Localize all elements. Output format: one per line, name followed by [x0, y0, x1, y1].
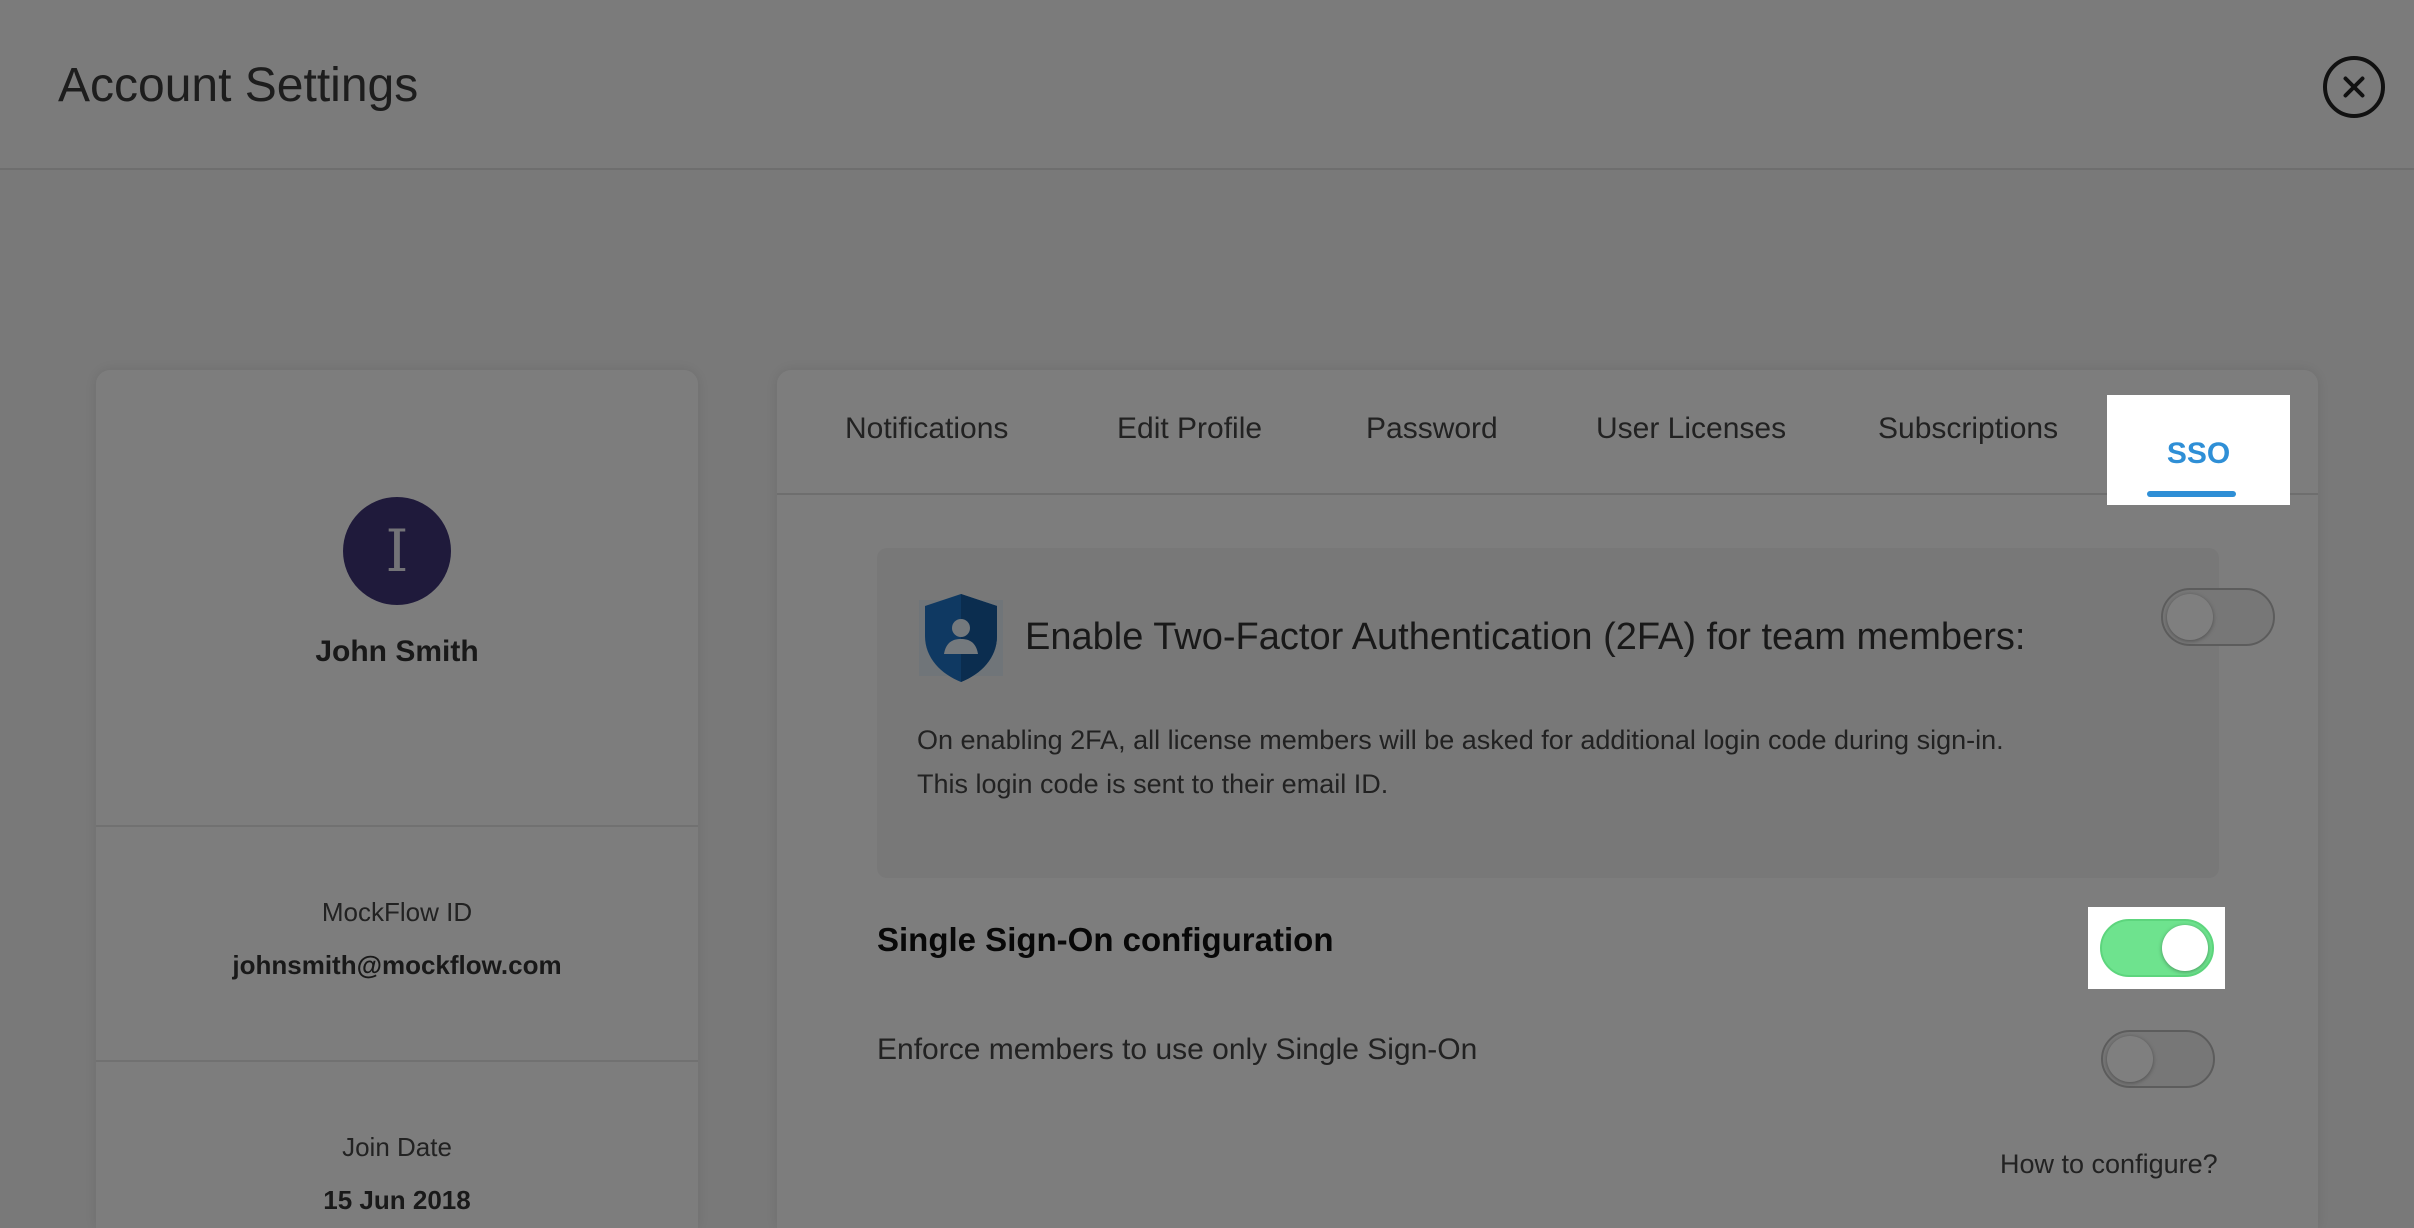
enforce-sso-label: Enforce members to use only Single Sign-…: [877, 1033, 1478, 1066]
enforce-sso-toggle[interactable]: [2101, 1030, 2215, 1088]
sso-enable-toggle[interactable]: [2100, 919, 2214, 977]
tab-notifications[interactable]: Notifications: [845, 412, 1008, 446]
settings-panel: Notifications Edit Profile Password User…: [777, 370, 2318, 1228]
two-factor-toggle[interactable]: [2161, 588, 2275, 646]
two-factor-title: Enable Two-Factor Authentication (2FA) f…: [1025, 616, 2026, 658]
toggle-knob: [2107, 1036, 2153, 1082]
tab-sso-label: SSO: [2166, 437, 2231, 470]
active-tab-indicator: [2147, 491, 2236, 497]
two-factor-description-line: This login code is sent to their email I…: [917, 769, 1389, 799]
profile-card: I John Smith MockFlow ID johnsmith@mockf…: [96, 370, 698, 1228]
tab-edit-profile[interactable]: Edit Profile: [1117, 412, 1262, 446]
profile-name: John Smith: [315, 635, 479, 668]
tab-subscriptions[interactable]: Subscriptions: [1878, 412, 2058, 446]
mockflow-id-value: johnsmith@mockflow.com: [232, 950, 562, 980]
join-date-label: Join Date: [342, 1132, 452, 1162]
sso-toggle-highlight: [2088, 907, 2225, 989]
tab-sso[interactable]: SSO: [2107, 395, 2290, 505]
sso-config-title: Single Sign-On configuration: [877, 921, 1334, 958]
join-date-value: 15 Jun 2018: [323, 1185, 471, 1215]
two-factor-description: On enabling 2FA, all license members wil…: [917, 718, 2117, 806]
shield-user-icon: [919, 594, 1003, 682]
avatar: I: [343, 497, 451, 605]
two-factor-section: Enable Two-Factor Authentication (2FA) f…: [877, 548, 2275, 878]
divider: [96, 825, 698, 827]
tab-bar: Notifications Edit Profile Password User…: [777, 370, 2318, 495]
tab-user-licenses[interactable]: User Licenses: [1596, 412, 1786, 446]
mockflow-id-label: MockFlow ID: [321, 897, 473, 927]
close-icon[interactable]: [2323, 56, 2385, 118]
header-bar: Account Settings: [0, 0, 2414, 170]
account-settings-page: Account Settings I John Smith MockFlow I…: [0, 0, 2414, 1228]
toggle-knob: [2167, 594, 2213, 640]
toggle-knob: [2162, 925, 2208, 971]
two-factor-description-line: On enabling 2FA, all license members wil…: [917, 725, 2004, 755]
page-title: Account Settings: [58, 59, 419, 112]
tab-password[interactable]: Password: [1366, 412, 1498, 446]
divider: [96, 1060, 698, 1062]
how-to-configure-link[interactable]: How to configure?: [2000, 1149, 2218, 1180]
